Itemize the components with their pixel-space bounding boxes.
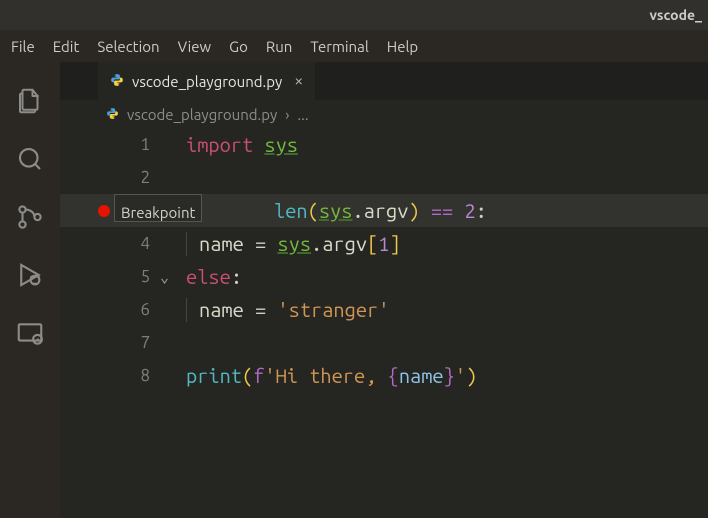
breakpoint-icon[interactable] <box>98 205 110 217</box>
fold-icon[interactable]: ⌄ <box>160 260 186 293</box>
editor-area: vscode_playground.py × vscode_playground… <box>60 62 708 518</box>
breadcrumb[interactable]: vscode_playground.py › ... <box>60 100 708 128</box>
remote-icon[interactable] <box>13 316 47 350</box>
code-line[interactable]: 6 name = 'stranger' <box>60 293 708 326</box>
menu-go[interactable]: Go <box>220 35 257 58</box>
code-line[interactable]: 4 name = sys.argv[1] <box>60 227 708 260</box>
activity-bar <box>0 62 60 518</box>
window-title: vscode_ <box>649 7 702 23</box>
python-file-icon <box>110 73 124 90</box>
close-icon[interactable]: × <box>294 72 303 90</box>
chevron-right-icon: › <box>285 106 289 123</box>
gutter[interactable]: 2 <box>60 161 160 194</box>
breakpoint-tooltip: Breakpoint <box>114 194 202 222</box>
menu-view[interactable]: View <box>169 35 221 58</box>
gutter[interactable]: 7 <box>60 326 160 359</box>
search-icon[interactable] <box>13 142 47 176</box>
gutter[interactable]: 6 <box>60 293 160 326</box>
menu-edit[interactable]: Edit <box>44 35 89 58</box>
menu-bar: File Edit Selection View Go Run Terminal… <box>0 30 708 62</box>
menu-run[interactable]: Run <box>257 35 301 58</box>
title-bar: vscode_ <box>0 0 708 30</box>
python-file-icon <box>106 106 119 123</box>
breadcrumb-file: vscode_playground.py <box>127 106 277 123</box>
tab-vscode-playground[interactable]: vscode_playground.py × <box>98 62 315 100</box>
tab-label: vscode_playground.py <box>132 73 282 90</box>
gutter[interactable]: 1 <box>60 128 160 161</box>
tab-bar: vscode_playground.py × <box>60 62 708 100</box>
source-control-icon[interactable] <box>13 200 47 234</box>
files-icon[interactable] <box>13 84 47 118</box>
gutter[interactable]: 5 <box>60 260 160 293</box>
menu-selection[interactable]: Selection <box>88 35 168 58</box>
run-debug-icon[interactable] <box>13 258 47 292</box>
code-line[interactable]: 1 import sys <box>60 128 708 161</box>
code-line[interactable]: 5 ⌄ else: <box>60 260 708 293</box>
breadcrumb-rest: ... <box>297 106 308 123</box>
code-line[interactable]: 2 <box>60 161 708 194</box>
code-line[interactable]: 8 print(f'Hi there, {name}') <box>60 359 708 392</box>
menu-file[interactable]: File <box>2 35 44 58</box>
menu-help[interactable]: Help <box>378 35 427 58</box>
menu-terminal[interactable]: Terminal <box>301 35 377 58</box>
code-line[interactable]: 7 <box>60 326 708 359</box>
code-line[interactable]: Breakpoint len(sys.argv) == 2: <box>60 194 708 227</box>
gutter[interactable]: 8 <box>60 359 160 392</box>
code-editor[interactable]: 1 import sys 2 Breakpoint <box>60 128 708 392</box>
gutter[interactable]: 4 <box>60 227 160 260</box>
